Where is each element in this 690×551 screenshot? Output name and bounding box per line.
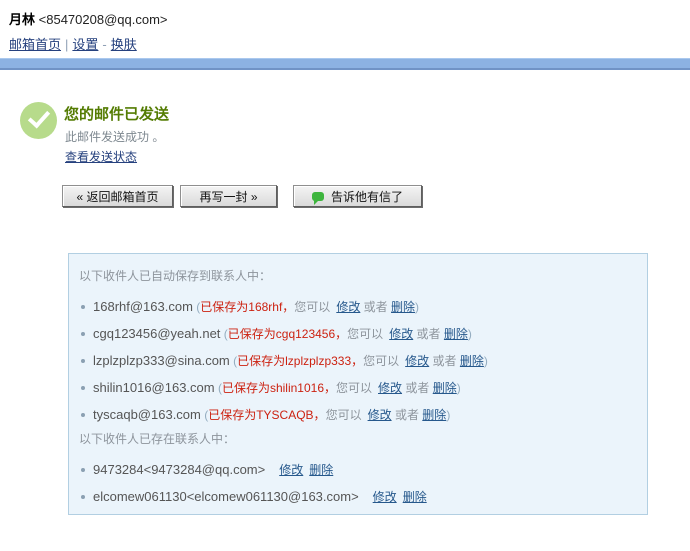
saved-as-text: 已保存为lzplzplzp333， bbox=[237, 354, 363, 368]
paren-close: ) bbox=[457, 381, 461, 395]
modify-link[interactable]: 修改 bbox=[279, 463, 303, 477]
or-text: 或者 bbox=[433, 354, 457, 368]
bullet-icon bbox=[81, 332, 85, 336]
back-to-mailbox-button[interactable]: « 返回邮箱首页 bbox=[62, 185, 173, 207]
header-nav: 邮箱首页 | 设置-换肤 bbox=[9, 34, 168, 53]
modify-link[interactable]: 修改 bbox=[373, 490, 397, 504]
delete-link[interactable]: 删除 bbox=[391, 300, 415, 314]
you-can-text: 您可以 bbox=[336, 381, 372, 395]
bullet-icon bbox=[81, 468, 85, 472]
recipient-email: 9473284<9473284@qq.com> bbox=[93, 462, 265, 477]
success-check-icon bbox=[20, 102, 57, 139]
existing-recipients-list: 9473284<9473284@qq.com>修改删除 elcomew06113… bbox=[79, 456, 637, 510]
saved-recipient-row: lzplzplzp333@sina.com (已保存为lzplzplzp333，… bbox=[79, 347, 637, 374]
chat-bubble-icon bbox=[312, 192, 324, 201]
saved-as-text: 已保存为TYSCAQB， bbox=[208, 408, 325, 422]
status-title: 您的邮件已发送 bbox=[64, 103, 169, 124]
nav-change-skin-link[interactable]: 换肤 bbox=[111, 37, 137, 52]
saved-section-header: 以下收件人已自动保存到联系人中： bbox=[79, 266, 637, 293]
user-email: <85470208@qq.com> bbox=[39, 12, 168, 27]
bullet-icon bbox=[81, 305, 85, 309]
modify-link[interactable]: 修改 bbox=[378, 381, 402, 395]
saved-as-text: 已保存为168rhf， bbox=[200, 300, 294, 314]
nav-separator: - bbox=[102, 37, 106, 52]
you-can-text: 您可以 bbox=[294, 300, 330, 314]
recipient-email: cgq123456@yeah.net bbox=[93, 326, 220, 341]
saved-recipient-row: shilin1016@163.com (已保存为shilin1016，您可以修改… bbox=[79, 374, 637, 401]
user-name: 月林 bbox=[9, 12, 35, 27]
modify-link[interactable]: 修改 bbox=[368, 408, 392, 422]
saved-recipients-list: 168rhf@163.com (已保存为168rhf，您可以修改 或者 删除) … bbox=[79, 293, 637, 428]
recipient-email: elcomew061130<elcomew061130@163.com> bbox=[93, 489, 359, 504]
or-text: 或者 bbox=[417, 327, 441, 341]
or-text: 或者 bbox=[395, 408, 419, 422]
recipient-email: shilin1016@163.com bbox=[93, 380, 215, 395]
divider-bar bbox=[0, 58, 690, 70]
paren-close: ) bbox=[484, 354, 488, 368]
delete-link[interactable]: 删除 bbox=[444, 327, 468, 341]
status-subtitle: 此邮件发送成功 。 bbox=[65, 128, 164, 145]
delete-link[interactable]: 删除 bbox=[460, 354, 484, 368]
you-can-text: 您可以 bbox=[326, 408, 362, 422]
delete-link[interactable]: 删除 bbox=[433, 381, 457, 395]
nav-settings-link[interactable]: 设置 bbox=[72, 37, 98, 52]
bullet-icon bbox=[81, 413, 85, 417]
delete-link[interactable]: 删除 bbox=[422, 408, 446, 422]
saved-recipient-row: 168rhf@163.com (已保存为168rhf，您可以修改 或者 删除) bbox=[79, 293, 637, 320]
bullet-icon bbox=[81, 386, 85, 390]
you-can-text: 您可以 bbox=[363, 354, 399, 368]
action-buttons: « 返回邮箱首页 再写一封 » 告诉他有信了 bbox=[62, 185, 422, 207]
saved-as-text: 已保存为cgq123456， bbox=[228, 327, 347, 341]
modify-link[interactable]: 修改 bbox=[336, 300, 360, 314]
paren-close: ) bbox=[446, 408, 450, 422]
existing-section-header: 以下收件人已存在联系人中： bbox=[79, 429, 637, 456]
or-text: 或者 bbox=[364, 300, 388, 314]
paren-close: ) bbox=[468, 327, 472, 341]
nav-mailbox-home-link[interactable]: 邮箱首页 bbox=[9, 37, 61, 52]
nav-separator: | bbox=[65, 37, 68, 52]
view-send-status-link[interactable]: 查看发送状态 bbox=[65, 148, 137, 165]
existing-recipient-row: elcomew061130<elcomew061130@163.com> 修改删除 bbox=[79, 483, 637, 510]
notify-button-label: 告诉他有信了 bbox=[331, 188, 403, 205]
or-text: 或者 bbox=[405, 381, 429, 395]
delete-link[interactable]: 删除 bbox=[309, 463, 333, 477]
saved-recipient-row: tyscaqb@163.com (已保存为TYSCAQB，您可以修改 或者 删除… bbox=[79, 401, 637, 428]
write-another-button[interactable]: 再写一封 » bbox=[180, 185, 277, 207]
modify-link[interactable]: 修改 bbox=[389, 327, 413, 341]
recipient-email: tyscaqb@163.com bbox=[93, 407, 201, 422]
recipient-email: lzplzplzp333@sina.com bbox=[93, 353, 230, 368]
saved-as-text: 已保存为shilin1016， bbox=[222, 381, 336, 395]
page-header: 月林 <85470208@qq.com> 邮箱首页 | 设置-换肤 bbox=[9, 9, 168, 53]
account-line: 月林 <85470208@qq.com> bbox=[9, 9, 168, 28]
recipient-email: 168rhf@163.com bbox=[93, 299, 193, 314]
you-can-text: 您可以 bbox=[347, 327, 383, 341]
paren-close: ) bbox=[415, 300, 419, 314]
saved-recipient-row: cgq123456@yeah.net (已保存为cgq123456，您可以修改 … bbox=[79, 320, 637, 347]
delete-link[interactable]: 删除 bbox=[403, 490, 427, 504]
modify-link[interactable]: 修改 bbox=[405, 354, 429, 368]
bullet-icon bbox=[81, 495, 85, 499]
recipients-panel: 以下收件人已自动保存到联系人中： 168rhf@163.com (已保存为168… bbox=[68, 253, 648, 515]
existing-recipient-row: 9473284<9473284@qq.com> 修改删除 bbox=[79, 456, 637, 483]
notify-recipient-button[interactable]: 告诉他有信了 bbox=[293, 185, 422, 207]
bullet-icon bbox=[81, 359, 85, 363]
